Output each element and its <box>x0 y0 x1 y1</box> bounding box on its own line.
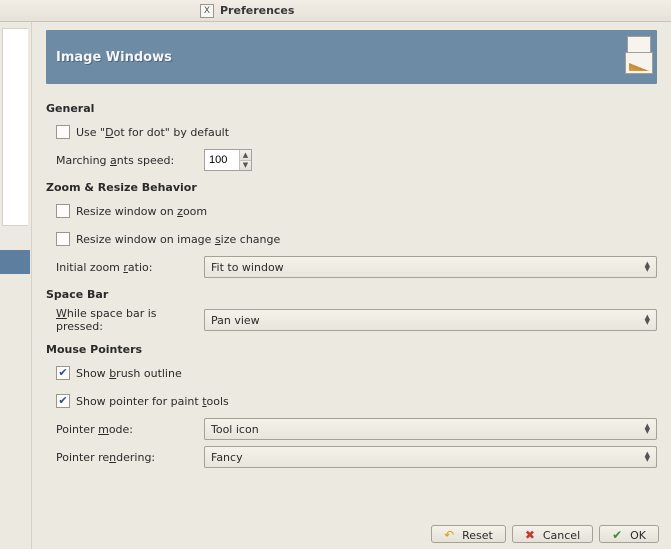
app-icon: X <box>200 4 214 18</box>
section-zoom-head: Zoom & Resize Behavior <box>46 181 657 194</box>
page-banner: Image Windows <box>46 30 657 84</box>
chevron-down-icon: ▼ <box>645 267 650 272</box>
label-pointer-mode: Pointer mode: <box>56 423 204 436</box>
banner-icons <box>625 36 651 76</box>
label-dot-for-dot: Use "Dot for dot" by default <box>76 126 229 139</box>
cancel-icon: ✖ <box>523 528 537 542</box>
chevron-down-icon: ▼ <box>645 320 650 325</box>
spin-input-marching-ants[interactable] <box>205 150 239 170</box>
row-initial-zoom: Initial zoom ratio: Fit to window ▲▼ <box>56 256 657 278</box>
row-resize-size: Resize window on image size change <box>56 228 657 250</box>
label-resize-size: Resize window on image size change <box>76 233 280 246</box>
sidebar-selected-item[interactable] <box>0 250 30 274</box>
label-paint-pointer: Show pointer for paint tools <box>76 395 229 408</box>
checkbox-brush-outline[interactable] <box>56 366 70 380</box>
section-spacebar-head: Space Bar <box>46 288 657 301</box>
section-general-head: General <box>46 102 657 115</box>
row-marching-ants: Marching ants speed: ▲ ▼ <box>56 149 657 171</box>
dialog-button-row: ↶ Reset ✖ Cancel ✔ OK <box>431 519 659 549</box>
reset-button-label: Reset <box>462 529 493 542</box>
label-spacebar: While space bar is pressed: <box>56 307 204 333</box>
chevron-down-icon: ▼ <box>645 429 650 434</box>
row-resize-zoom: Resize window on zoom <box>56 200 657 222</box>
ok-button-label: OK <box>630 529 646 542</box>
label-resize-zoom: Resize window on zoom <box>76 205 207 218</box>
combo-spacebar[interactable]: Pan view ▲▼ <box>204 309 657 331</box>
window-title: Preferences <box>220 4 294 17</box>
spin-down-icon[interactable]: ▼ <box>240 161 251 171</box>
combo-pointer-mode[interactable]: Tool icon ▲▼ <box>204 418 657 440</box>
checkbox-resize-zoom[interactable] <box>56 204 70 218</box>
sidebar-tree-slice[interactable] <box>2 28 28 226</box>
label-initial-zoom: Initial zoom ratio: <box>56 261 204 274</box>
label-pointer-rendering: Pointer rendering: <box>56 451 204 464</box>
sidebar <box>0 22 32 549</box>
row-paint-pointer: Show pointer for paint tools <box>56 390 657 412</box>
chevron-down-icon: ▼ <box>645 457 650 462</box>
ok-button[interactable]: ✔ OK <box>599 525 659 543</box>
row-dot-for-dot: Use "Dot for dot" by default <box>56 121 657 143</box>
checkbox-resize-size[interactable] <box>56 232 70 246</box>
image-icon <box>625 52 653 74</box>
reset-button[interactable]: ↶ Reset <box>431 525 506 543</box>
section-mouse-head: Mouse Pointers <box>46 343 657 356</box>
combo-pointer-rendering-value: Fancy <box>211 451 243 464</box>
spin-marching-ants[interactable]: ▲ ▼ <box>204 149 252 171</box>
label-marching-ants: Marching ants speed: <box>56 154 204 167</box>
row-brush-outline: Show brush outline <box>56 362 657 384</box>
ok-icon: ✔ <box>610 528 624 542</box>
row-spacebar: While space bar is pressed: Pan view ▲▼ <box>56 307 657 333</box>
label-brush-outline: Show brush outline <box>76 367 182 380</box>
titlebar: X Preferences <box>0 0 671 22</box>
combo-spacebar-value: Pan view <box>211 314 260 327</box>
undo-icon: ↶ <box>442 528 456 542</box>
combo-initial-zoom[interactable]: Fit to window ▲▼ <box>204 256 657 278</box>
row-pointer-rendering: Pointer rendering: Fancy ▲▼ <box>56 446 657 468</box>
checkbox-dot-for-dot[interactable] <box>56 125 70 139</box>
row-pointer-mode: Pointer mode: Tool icon ▲▼ <box>56 418 657 440</box>
combo-pointer-rendering[interactable]: Fancy ▲▼ <box>204 446 657 468</box>
spin-up-icon[interactable]: ▲ <box>240 150 251 161</box>
page-title: Image Windows <box>56 50 172 65</box>
combo-initial-zoom-value: Fit to window <box>211 261 284 274</box>
combo-pointer-mode-value: Tool icon <box>211 423 259 436</box>
checkbox-paint-pointer[interactable] <box>56 394 70 408</box>
cancel-button-label: Cancel <box>543 529 580 542</box>
cancel-button[interactable]: ✖ Cancel <box>512 525 593 543</box>
